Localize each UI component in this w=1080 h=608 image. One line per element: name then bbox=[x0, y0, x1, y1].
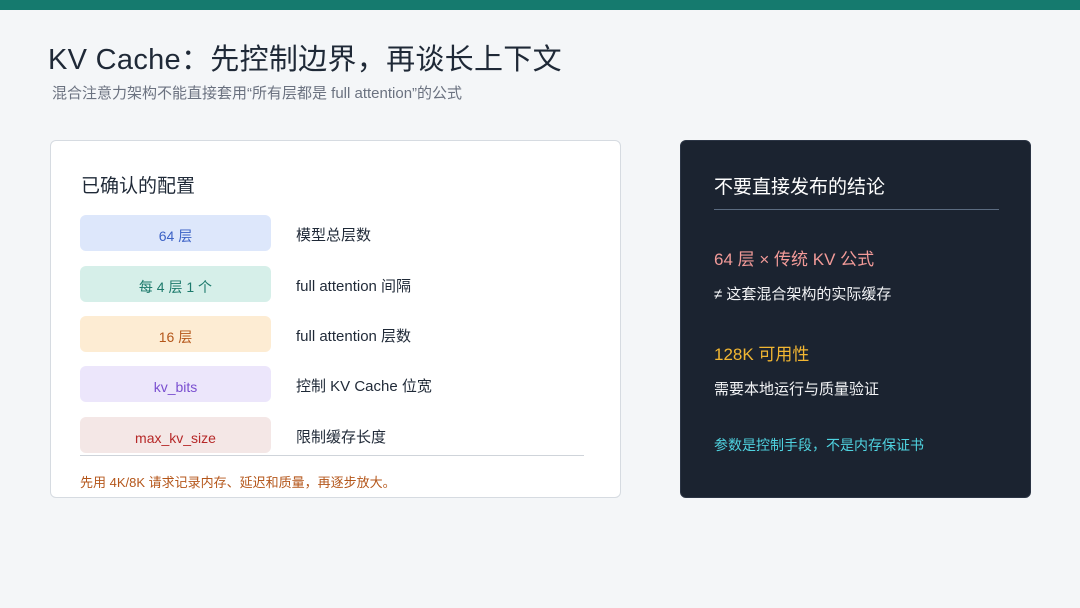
conclusions-card: 不要直接发布的结论 64 层 × 传统 KV 公式 ≠ 这套混合架构的实际缓存 … bbox=[680, 140, 1031, 498]
config-tag: 每 4 层 1 个 bbox=[80, 266, 271, 302]
confirmed-config-card: 已确认的配置 64 层 模型总层数 每 4 层 1 个 full attenti… bbox=[50, 140, 621, 498]
confirmed-config-title: 已确认的配置 bbox=[81, 176, 196, 197]
conclusions-note: 参数是控制手段，不是内存保证书 bbox=[714, 437, 924, 453]
conclusions-title: 不要直接发布的结论 bbox=[714, 177, 886, 198]
config-divider bbox=[80, 455, 584, 456]
config-row: 每 4 层 1 个 full attention 间隔 bbox=[80, 266, 600, 302]
page-subtitle: 混合注意力架构不能直接套用“所有层都是 full attention”的公式 bbox=[52, 85, 463, 102]
config-desc: 模型总层数 bbox=[296, 227, 372, 244]
config-row: max_kv_size 限制缓存长度 bbox=[80, 417, 600, 453]
page-title: KV Cache：先控制边界，再谈长上下文 bbox=[48, 44, 562, 76]
config-tag: 16 层 bbox=[80, 316, 271, 352]
conclusion-1-desc: ≠ 这套混合架构的实际缓存 bbox=[714, 286, 892, 303]
config-tag: kv_bits bbox=[80, 366, 271, 402]
config-desc: 限制缓存长度 bbox=[296, 429, 387, 446]
config-desc: 控制 KV Cache 位宽 bbox=[296, 378, 432, 395]
config-footnote: 先用 4K/8K 请求记录内存、延迟和质量，再逐步放大。 bbox=[80, 475, 396, 490]
config-tag: 64 层 bbox=[80, 215, 271, 251]
conclusion-2-title: 128K 可用性 bbox=[714, 345, 810, 364]
config-row: kv_bits 控制 KV Cache 位宽 bbox=[80, 366, 600, 402]
config-desc: full attention 层数 bbox=[296, 328, 412, 345]
config-desc: full attention 间隔 bbox=[296, 278, 412, 295]
top-accent-bar bbox=[0, 0, 1080, 10]
config-tag: max_kv_size bbox=[80, 417, 271, 453]
config-row: 16 层 full attention 层数 bbox=[80, 316, 600, 352]
conclusions-divider bbox=[714, 209, 999, 210]
conclusion-1-title: 64 层 × 传统 KV 公式 bbox=[714, 250, 875, 269]
conclusion-2-desc: 需要本地运行与质量验证 bbox=[714, 381, 880, 398]
config-row: 64 层 模型总层数 bbox=[80, 215, 600, 251]
